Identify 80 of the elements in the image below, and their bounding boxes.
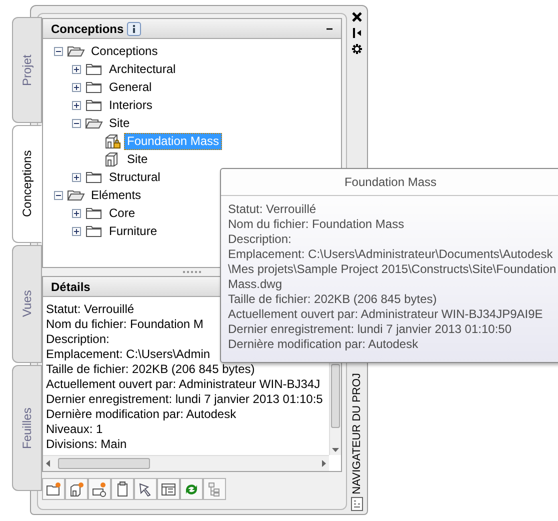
refresh-button[interactable] — [180, 478, 203, 500]
clipboard-button[interactable] — [111, 478, 134, 500]
new-folder-icon — [45, 480, 62, 498]
tree-item[interactable]: Structural — [106, 168, 164, 186]
detail-text: Divisions: Main — [46, 437, 127, 451]
new-view-button[interactable] — [88, 478, 111, 500]
pin-icon[interactable] — [353, 28, 361, 38]
open-folder-icon — [67, 44, 85, 58]
pane-title: Détails — [51, 278, 90, 296]
splitter-grip[interactable] — [183, 270, 201, 274]
tooltip-line: Actuellement ouvert par: Administrateur WIN-BJ34JP9AI9E — [228, 307, 544, 322]
side-tab[interactable]: Feuilles — [12, 365, 42, 491]
open-folder-icon — [67, 188, 85, 202]
scroll-right-arrow[interactable] — [322, 460, 326, 467]
tree-item[interactable]: Eléments — [88, 186, 144, 204]
layout-button[interactable] — [157, 478, 180, 500]
info-icon[interactable] — [126, 22, 141, 36]
expand-icon[interactable] — [72, 226, 80, 236]
expand-icon[interactable] — [72, 82, 80, 92]
detail-text: Statut: Verrouillé — [46, 302, 134, 316]
tooltip-line: Mass.dwg — [228, 277, 284, 292]
tree-item[interactable]: Furniture — [106, 222, 160, 240]
detail-text: Dernier enregistrement: lundi 7 janvier 2013 01:10:5 — [46, 392, 323, 406]
scrollbar-thumb[interactable] — [58, 458, 150, 469]
pane-title: Conceptions — [51, 20, 124, 38]
pointer-button[interactable] — [134, 478, 157, 500]
collapse-icon[interactable] — [54, 46, 62, 56]
folder-icon — [85, 98, 103, 112]
collapse-button[interactable]: − — [326, 20, 333, 38]
side-tab[interactable]: Projet — [12, 17, 42, 123]
folder-icon — [85, 206, 103, 220]
tooltip-line: Nom du fichier: Foundation Mass — [228, 217, 406, 232]
panel-title: NAVIGATEUR DU PROJ — [350, 372, 364, 494]
detail-text: Nom du fichier: Foundation M — [46, 317, 204, 331]
expand-icon[interactable] — [72, 208, 80, 218]
tree-item[interactable]: General — [106, 78, 155, 96]
collapse-icon[interactable] — [72, 118, 80, 128]
expand-icon[interactable] — [72, 64, 80, 74]
expand-icon[interactable] — [72, 172, 80, 182]
detail-text: Niveaux: 1 — [46, 422, 103, 436]
properties-icon[interactable] — [351, 497, 363, 511]
tooltip-line: Taille de fichier: 202KB (206 845 bytes) — [228, 292, 438, 307]
scroll-left-arrow[interactable] — [46, 460, 50, 467]
tree-item[interactable]: Site — [124, 150, 151, 168]
tree-item[interactable]: Conceptions — [88, 42, 161, 60]
new-view-icon — [91, 480, 108, 498]
tree-item[interactable]: Site — [106, 114, 133, 132]
tooltip-line: Emplacement: C:\Users\Administrateur\Documents\Autodesk — [228, 247, 554, 262]
close-icon[interactable] — [352, 12, 362, 22]
hierarchy-button[interactable] — [203, 478, 226, 500]
tooltip-line: \Mes projets\Sample Project 2015\Constructs\Site\Foundation — [228, 262, 558, 277]
folder-icon — [85, 80, 103, 94]
tree-item[interactable]: Architectural — [106, 60, 179, 78]
side-tab[interactable]: Conceptions — [12, 125, 42, 243]
tooltip-title: Foundation Mass — [221, 169, 558, 196]
tooltip-line: Dernier enregistrement: lundi 7 janvier 2013 01:10:50 — [228, 322, 513, 337]
side-tab[interactable]: Vues — [12, 245, 42, 363]
folder-icon — [85, 170, 103, 184]
detail-text: Actuellement ouvert par: Administrateur WIN-BJ34J — [46, 377, 320, 391]
settings-icon[interactable] — [352, 44, 362, 54]
tree-item[interactable]: Interiors — [106, 96, 156, 114]
tooltip-line: Dernière modification par: Autodesk — [228, 337, 420, 352]
expand-icon[interactable] — [72, 100, 80, 110]
layout-icon — [160, 480, 177, 498]
detail-text: Emplacement: C:\Users\Admin — [46, 347, 210, 361]
folder-icon — [85, 224, 103, 238]
scroll-down-arrow[interactable] — [332, 448, 339, 452]
tooltip-line: Description: — [228, 232, 292, 247]
tree-item[interactable]: Core — [106, 204, 138, 222]
detail-text: Dernière modification par: Autodesk — [46, 407, 236, 421]
tooltip-line: Statut: Verrouillé — [228, 202, 318, 217]
detail-text: Taille de fichier: 202KB (206 845 bytes) — [46, 362, 255, 376]
new-folder-button[interactable] — [42, 478, 65, 500]
open-folder-icon — [85, 116, 103, 130]
detail-text: Description: — [46, 332, 110, 346]
collapse-icon[interactable] — [54, 190, 62, 200]
new-building-icon — [68, 480, 85, 498]
folder-icon — [85, 62, 103, 76]
scrollbar-thumb[interactable] — [331, 364, 340, 428]
new-building-button[interactable] — [65, 478, 88, 500]
